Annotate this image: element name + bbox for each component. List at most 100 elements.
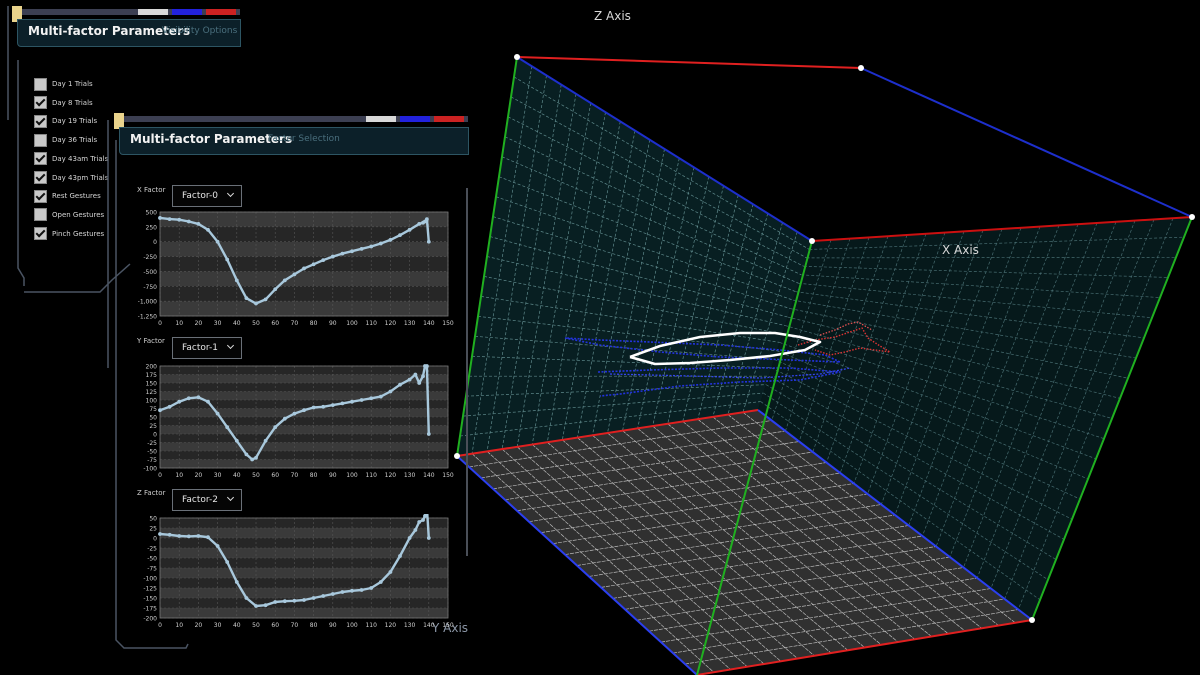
data-point — [158, 216, 162, 220]
checkbox[interactable] — [34, 133, 47, 147]
data-point — [369, 396, 374, 401]
x-tick-label: 30 — [214, 320, 222, 327]
data-point — [282, 416, 287, 421]
data-point — [254, 301, 258, 306]
data-point — [167, 532, 172, 537]
data-point — [292, 598, 297, 603]
data-point — [417, 381, 422, 385]
y-tick-label: -500 — [143, 269, 157, 276]
x-tick-label: 100 — [346, 622, 358, 629]
checkbox-label: Open Gestures — [52, 210, 105, 219]
plot-band — [160, 301, 448, 316]
x-tick-label: 30 — [214, 472, 222, 479]
x-factor-selected: Factor-0 — [182, 191, 218, 201]
checkbox[interactable] — [34, 152, 47, 166]
data-point — [359, 246, 364, 251]
factor-panel-scrollbar[interactable] — [466, 188, 468, 556]
visibility-option-4[interactable]: Day 43am Trials — [34, 152, 108, 166]
plot-band — [160, 286, 448, 302]
visibility-panel-header: Multi-factor Parameters Visibility Optio… — [17, 19, 241, 47]
data-point — [417, 520, 422, 524]
data-point — [350, 249, 354, 254]
plot-band — [160, 558, 448, 568]
data-point — [273, 600, 278, 604]
x-tick-label: 140 — [423, 622, 435, 629]
x-tick-label: 20 — [195, 622, 203, 629]
topbar-seg-1 — [366, 116, 396, 122]
data-point — [196, 534, 201, 538]
x-tick-label: 70 — [291, 320, 299, 327]
data-point — [292, 272, 297, 277]
checkbox[interactable] — [34, 227, 47, 241]
data-point — [158, 408, 162, 413]
y-tick-label: 125 — [146, 389, 158, 396]
y-tick-label: -25 — [147, 546, 157, 553]
checkbox[interactable] — [34, 189, 47, 203]
x-tick-label: 140 — [423, 320, 435, 327]
visibility-option-1[interactable]: Day 8 Trials — [34, 96, 93, 110]
data-point — [424, 217, 429, 222]
visibility-option-5[interactable]: Day 43pm Trials — [34, 171, 108, 185]
z-factor-plot: 50250-25-50-75-100-125-150-175-2000 10 20 3… — [143, 514, 454, 629]
factor-panel-header: Multi-factor Parameters Factor Selection — [119, 127, 469, 155]
y-tick-label: 50 — [149, 516, 157, 523]
y-tick-label: 50 — [149, 415, 157, 422]
x-tick-label: 50 — [252, 622, 260, 629]
visibility-option-8[interactable]: Pinch Gestures — [34, 227, 104, 241]
x-tick-label: 130 — [404, 622, 416, 629]
x-tick-label: 150 — [442, 320, 454, 327]
data-point — [359, 398, 364, 402]
visibility-option-7[interactable]: Open Gestures — [34, 208, 104, 222]
checkbox[interactable] — [34, 114, 47, 128]
x-factor-dropdown[interactable]: Factor-0 — [172, 185, 242, 207]
data-point — [282, 599, 287, 604]
data-point — [321, 258, 326, 263]
data-point — [215, 239, 220, 244]
chevron-down-icon — [226, 341, 235, 350]
plot-band — [160, 451, 448, 460]
x-tick-label: 10 — [175, 622, 183, 629]
chevron-down-icon — [226, 189, 235, 198]
data-point — [206, 535, 210, 540]
visibility-option-3[interactable]: Day 36 Trials — [34, 133, 97, 147]
corner-node — [1189, 214, 1195, 220]
y-tick-label: -100 — [143, 466, 157, 473]
z-factor-label: Z Factor — [137, 489, 166, 497]
plot-band — [160, 588, 448, 598]
visibility-option-6[interactable]: Rest Gestures — [34, 189, 101, 203]
checkbox[interactable] — [34, 96, 47, 110]
data-point — [273, 425, 278, 430]
data-point — [234, 580, 239, 584]
factor-panel-topbar[interactable] — [114, 116, 468, 122]
data-point — [196, 395, 201, 400]
data-point — [388, 389, 393, 394]
checkbox-label: Day 43pm Trials — [52, 173, 109, 182]
data-point — [330, 403, 335, 407]
checkbox[interactable] — [34, 208, 47, 222]
data-point — [225, 257, 230, 262]
visibility-option-0[interactable]: Day 1 Trials — [34, 77, 93, 91]
data-point — [302, 408, 306, 413]
visibility-option-2[interactable]: Day 19 Trials — [34, 114, 97, 128]
topbar-seg-3 — [206, 9, 236, 15]
plot-band — [160, 608, 448, 618]
y-factor-plot: 2001751501251007550250-25-50-75-1000 10 20… — [143, 364, 454, 480]
z-factor-selected: Factor-2 — [182, 495, 218, 505]
visibility-panel-topbar[interactable] — [12, 9, 240, 15]
y-tick-label: -50 — [147, 449, 157, 456]
topbar-seg-1 — [138, 9, 168, 15]
checkbox[interactable] — [34, 77, 47, 91]
data-point — [206, 399, 210, 404]
data-point — [388, 570, 393, 574]
data-point — [426, 432, 431, 436]
checkbox[interactable] — [34, 171, 47, 184]
data-point — [244, 596, 249, 600]
y-factor-dropdown[interactable]: Factor-1 — [172, 337, 242, 359]
chevron-down-icon — [226, 493, 235, 502]
data-point — [292, 411, 297, 416]
corner-node — [514, 54, 520, 60]
x-tick-label: 60 — [271, 320, 279, 327]
y-tick-label: -200 — [143, 616, 157, 623]
z-factor-dropdown[interactable]: Factor-2 — [172, 489, 242, 511]
data-point — [398, 382, 402, 387]
